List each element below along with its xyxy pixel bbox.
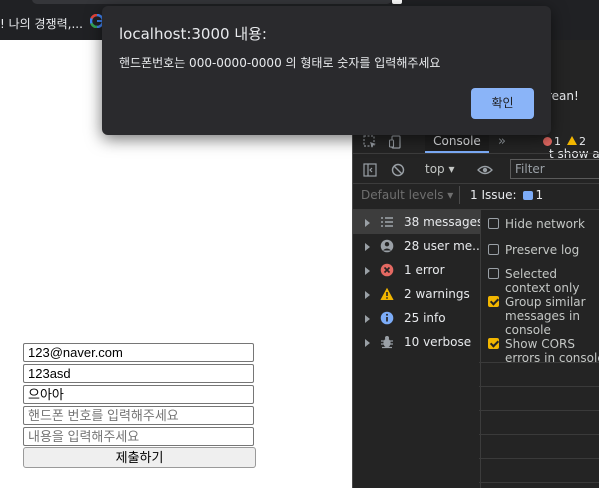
list-icon bbox=[381, 217, 393, 227]
clear-console-icon[interactable] bbox=[391, 163, 405, 177]
warning-icon bbox=[567, 136, 577, 145]
dialog-message: 핸드폰번호는 000-0000-0000 의 형태로 숫자를 입력해주세요 bbox=[119, 56, 441, 70]
error-count: 1 bbox=[554, 135, 561, 148]
phone-input[interactable]: 핸드폰 번호를 입력해주세요 bbox=[23, 406, 254, 425]
expand-arrow-icon bbox=[365, 219, 370, 227]
expand-arrow-icon bbox=[365, 267, 370, 275]
setting-label: Show CORS errors in console bbox=[505, 337, 599, 365]
preserve-log-checkbox[interactable] bbox=[488, 244, 499, 255]
address-bar[interactable] bbox=[32, 0, 392, 4]
sidebar-item-label: 25 info bbox=[404, 311, 446, 325]
warning-icon bbox=[380, 287, 394, 300]
more-tabs-icon[interactable]: » bbox=[498, 134, 506, 149]
eye-icon[interactable] bbox=[477, 163, 493, 177]
console-settings: Hide network Preserve log Selected conte… bbox=[480, 210, 599, 488]
info-icon bbox=[380, 311, 394, 325]
issues-counter[interactable]: 12 bbox=[543, 135, 586, 148]
divider bbox=[479, 482, 599, 483]
email-input[interactable]: 123@naver.com bbox=[23, 343, 254, 362]
sidebar-item-label: 2 warnings bbox=[404, 287, 470, 301]
sidebar-item-label: 28 user me... bbox=[404, 239, 480, 253]
expand-arrow-icon bbox=[365, 339, 370, 347]
divider bbox=[479, 458, 599, 459]
context-select[interactable]: top ▾ bbox=[425, 162, 455, 176]
welcome-text: rean! bbox=[547, 89, 579, 103]
setting-label: Group similar messages in console bbox=[505, 295, 586, 337]
divider bbox=[479, 434, 599, 435]
sidebar-item-messages[interactable]: 38 messages bbox=[353, 210, 480, 234]
expand-arrow-icon bbox=[365, 315, 370, 323]
filter-input[interactable]: Filter bbox=[510, 159, 599, 179]
setting-label: Hide network bbox=[505, 217, 585, 231]
setting-label: Preserve log bbox=[505, 243, 580, 257]
divider bbox=[479, 386, 599, 387]
sidebar-item-label: 38 messages bbox=[404, 215, 480, 229]
divider bbox=[479, 362, 599, 363]
alert-dialog: localhost:3000 내용: 핸드폰번호는 000-0000-0000 … bbox=[102, 6, 551, 135]
selected-context-checkbox[interactable] bbox=[488, 268, 499, 279]
hide-network-checkbox[interactable] bbox=[488, 218, 499, 229]
sidebar-item-errors[interactable]: 1 error bbox=[353, 258, 480, 282]
issues-button[interactable]: 1 Issue: 1 bbox=[459, 186, 543, 204]
expand-arrow-icon bbox=[365, 291, 370, 299]
error-icon bbox=[380, 263, 394, 277]
sidebar-item-label: 1 error bbox=[404, 263, 445, 277]
ok-button[interactable]: 확인 bbox=[471, 88, 534, 119]
bookmark-item[interactable]: ! 나의 경쟁력,... bbox=[0, 15, 83, 32]
setting-label: Selected context only bbox=[505, 267, 580, 295]
warning-count: 2 bbox=[579, 135, 586, 148]
sidebar-item-warnings[interactable]: 2 warnings bbox=[353, 282, 480, 306]
group-similar-checkbox[interactable] bbox=[488, 296, 499, 307]
bug-icon bbox=[381, 336, 393, 349]
sidebar-item-user-messages[interactable]: 28 user me... bbox=[353, 234, 480, 258]
error-icon bbox=[543, 137, 552, 146]
device-toolbar-icon[interactable] bbox=[389, 135, 403, 149]
sidebar-item-info[interactable]: 25 info bbox=[353, 306, 480, 330]
tab-indicator bbox=[392, 0, 402, 4]
sidebar-item-verbose[interactable]: 10 verbose bbox=[353, 330, 480, 354]
divider bbox=[479, 410, 599, 411]
user-icon bbox=[380, 239, 394, 253]
submit-button[interactable]: 제출하기 bbox=[23, 447, 256, 468]
sidebar-item-label: 10 verbose bbox=[404, 335, 472, 349]
issues-label: 1 Issue: bbox=[470, 188, 517, 202]
dialog-title: localhost:3000 내용: bbox=[119, 25, 267, 43]
issues-count: 1 bbox=[535, 188, 544, 202]
name-input[interactable]: 으아아 bbox=[23, 385, 254, 404]
sidebar-toggle-icon[interactable] bbox=[363, 163, 377, 177]
console-sidebar: 38 messages 28 user me... 1 error 2 warn… bbox=[353, 210, 481, 488]
expand-arrow-icon bbox=[365, 243, 370, 251]
content-input[interactable]: 내용을 입력해주세요 bbox=[23, 427, 254, 446]
default-levels-dropdown[interactable]: Default levels ▾ bbox=[361, 188, 453, 202]
inspect-element-icon[interactable] bbox=[363, 135, 377, 149]
password-input[interactable]: 123asd bbox=[23, 364, 254, 383]
issue-flag-icon bbox=[522, 191, 533, 200]
show-cors-checkbox[interactable] bbox=[488, 338, 499, 349]
